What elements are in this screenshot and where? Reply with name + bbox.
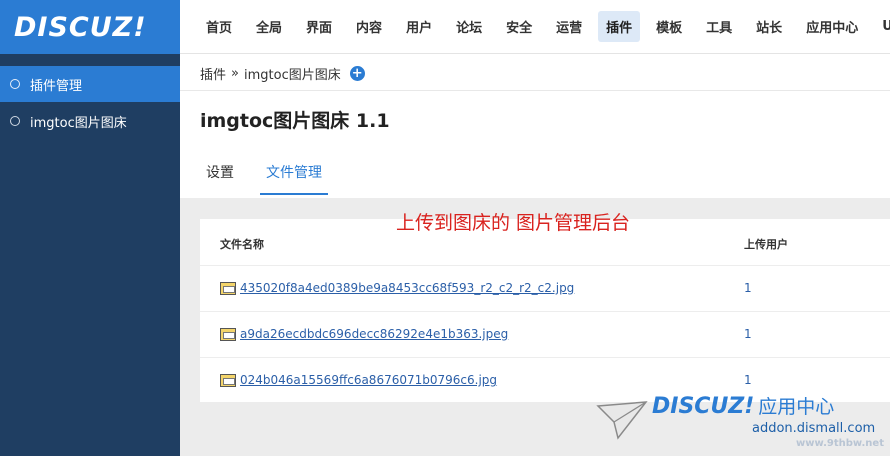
circle-bullet-icon bbox=[10, 79, 20, 89]
file-link[interactable]: a9da26ecdbdc696decc86292e4e1b363.jpeg bbox=[240, 327, 508, 341]
tab-settings[interactable]: 设置 bbox=[200, 158, 240, 195]
nav-item-interface[interactable]: 界面 bbox=[298, 11, 340, 42]
breadcrumb-current: imgtoc图片图床 bbox=[243, 68, 341, 83]
image-file-icon bbox=[220, 327, 236, 341]
nav-item-forum[interactable]: 论坛 bbox=[448, 11, 490, 42]
watermark: DISCUZ! 应用中心 addon.dismall.com www.9thbw.… bbox=[596, 392, 886, 456]
file-link[interactable]: 435020f8a4ed0389be9a8453cc68f593_r2_c2_r… bbox=[240, 281, 574, 295]
watermark-domain: addon.dismall.com bbox=[752, 421, 876, 436]
watermark-brand: DISCUZ! 应用中心 bbox=[652, 392, 834, 419]
paper-plane-icon bbox=[596, 401, 648, 440]
main-header: 插件 » imgtoc图片图床 + imgtoc图片图床 1.1 设置 文件管理 bbox=[180, 54, 890, 198]
breadcrumb: 插件 » imgtoc图片图床 + bbox=[200, 64, 365, 83]
sidebar-item-label: 插件管理 bbox=[30, 78, 83, 94]
sidebar: 插件管理 imgtoc图片图床 bbox=[0, 54, 180, 456]
nav-item-global[interactable]: 全局 bbox=[248, 11, 290, 42]
annotation-text: 上传到图床的 图片管理后台 bbox=[396, 212, 631, 234]
nav-item-templates[interactable]: 模板 bbox=[648, 11, 690, 42]
nav-item-content[interactable]: 内容 bbox=[348, 11, 390, 42]
table-row: 435020f8a4ed0389be9a8453cc68f593_r2_c2_r… bbox=[200, 265, 890, 311]
nav-item-tools[interactable]: 工具 bbox=[698, 11, 740, 42]
header-divider bbox=[180, 90, 890, 91]
breadcrumb-parent[interactable]: 插件 bbox=[200, 64, 226, 83]
uploader-id: 1 bbox=[744, 281, 752, 295]
file-table: 文件名称 上传用户 435020f8a4ed0389be9a8453cc68f5… bbox=[200, 219, 890, 402]
nav-item-webmaster[interactable]: 站长 bbox=[748, 11, 790, 42]
column-header-filename: 文件名称 bbox=[220, 238, 264, 251]
page-title: imgtoc图片图床 1.1 bbox=[200, 110, 390, 132]
sidebar-item-label: imgtoc图片图床 bbox=[30, 115, 127, 131]
sidebar-item-plugin-manage[interactable]: 插件管理 bbox=[0, 66, 180, 102]
nav-item-home[interactable]: 首页 bbox=[198, 11, 240, 42]
tab-file-management[interactable]: 文件管理 bbox=[260, 158, 328, 195]
column-header-uploader: 上传用户 bbox=[744, 238, 788, 251]
nav-item-plugins[interactable]: 插件 bbox=[598, 11, 641, 42]
nav-item-security[interactable]: 安全 bbox=[498, 11, 540, 42]
image-file-icon bbox=[220, 281, 236, 295]
plus-icon[interactable]: + bbox=[349, 66, 365, 81]
image-file-icon bbox=[220, 373, 236, 387]
watermark-brand-text: DISCUZ! bbox=[652, 394, 755, 419]
logo-text: DISCUZ! bbox=[14, 11, 147, 43]
top-nav: 首页 全局 界面 内容 用户 论坛 安全 运营 插件 模板 工具 站长 应用中心… bbox=[180, 0, 890, 54]
nav-item-ucenter[interactable]: UCen bbox=[874, 13, 890, 40]
table-row: a9da26ecdbdc696decc86292e4e1b363.jpeg 1 bbox=[200, 311, 890, 357]
logo[interactable]: DISCUZ! bbox=[0, 0, 180, 54]
file-link[interactable]: 024b046a15569ffc6a8676071b0796c6.jpg bbox=[240, 373, 497, 387]
nav-item-app-center[interactable]: 应用中心 bbox=[798, 11, 866, 42]
circle-bullet-icon bbox=[10, 116, 20, 126]
breadcrumb-separator: » bbox=[231, 66, 239, 81]
nav-item-users[interactable]: 用户 bbox=[398, 11, 440, 42]
uploader-id: 1 bbox=[744, 327, 752, 341]
watermark-site: www.9thbw.net bbox=[796, 438, 884, 449]
sidebar-item-imgtoc[interactable]: imgtoc图片图床 bbox=[0, 104, 180, 138]
watermark-brand-cn: 应用中心 bbox=[758, 396, 835, 418]
uploader-id: 1 bbox=[744, 373, 752, 387]
nav-item-operations[interactable]: 运营 bbox=[548, 11, 590, 42]
tab-bar: 设置 文件管理 bbox=[200, 158, 348, 195]
